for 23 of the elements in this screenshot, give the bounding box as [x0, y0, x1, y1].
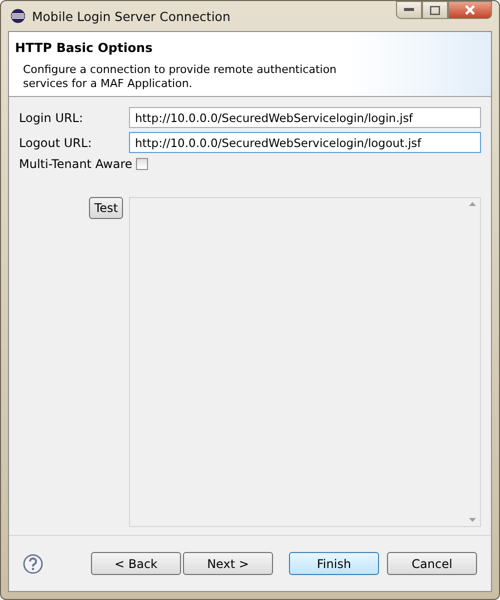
help-icon[interactable] — [23, 554, 43, 574]
dialog-button[interactable]: Cancel — [387, 552, 477, 575]
field-label: Logout URL: — [19, 136, 93, 150]
test-button[interactable]: Test — [89, 197, 123, 219]
scroll-down-icon[interactable] — [468, 518, 476, 522]
checkbox[interactable] — [136, 158, 148, 170]
url-field[interactable]: http://10.0.0.0/SecuredWebServicelogin/logout.jsf — [129, 132, 481, 153]
minimize-button[interactable] — [396, 1, 422, 19]
close-icon — [464, 5, 476, 15]
dialog-button[interactable]: Next > — [183, 552, 273, 575]
maximize-button[interactable] — [422, 1, 448, 19]
scroll-up-icon[interactable] — [468, 202, 476, 206]
dialog-button[interactable]: Finish — [289, 552, 379, 575]
url-field[interactable]: http://10.0.0.0/SecuredWebServicelogin/login.jsf — [129, 107, 481, 128]
maximize-icon — [430, 6, 440, 14]
minimize-icon — [404, 8, 414, 12]
page-description: Configure a connection to provide remote authentication services for a MAF Application. — [22, 63, 338, 91]
field-label: Login URL: — [19, 110, 84, 124]
dialog-button[interactable]: < Back — [91, 552, 181, 575]
checkbox-label: Multi-Tenant Aware — [19, 157, 132, 171]
page-title: HTTP Basic Options — [15, 40, 154, 55]
close-button[interactable] — [448, 1, 492, 19]
window-title: Mobile Login Server Connection — [32, 8, 230, 24]
